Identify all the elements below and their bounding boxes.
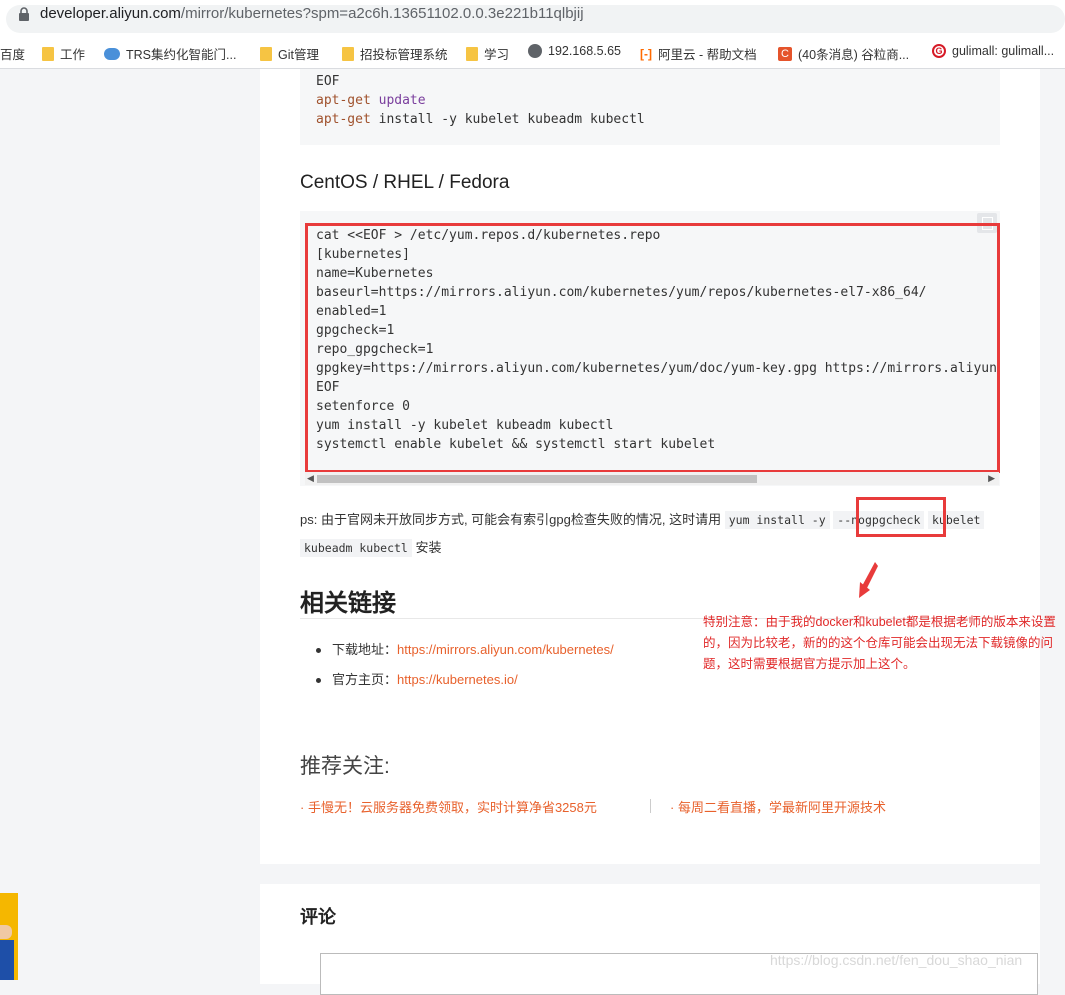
- highlight-box-code: [305, 223, 1000, 473]
- bookmark-label: TRS集约化智能门...: [126, 48, 237, 62]
- url-path: /mirror/kubernetes?spm=a2c6h.13651102.0.…: [180, 5, 584, 22]
- bookmark-label: gulimall: gulimall...: [952, 44, 1055, 58]
- recommend-link-1[interactable]: · 手慢无！云服务器免费领取，实时计算净省3258元: [300, 797, 597, 816]
- homepage-link[interactable]: https://kubernetes.io/: [397, 672, 518, 687]
- bookmark-gulimall[interactable]: Ggulimall: gulimall...: [932, 44, 1054, 58]
- ps-suffix: 安装: [415, 540, 442, 555]
- bookmark-bidding[interactable]: 招投标管理系统: [342, 44, 448, 63]
- bookmark-label: 192.168.5.65: [548, 44, 621, 58]
- list-item: 下载地址：https://mirrors.aliyun.com/kubernet…: [316, 639, 614, 658]
- folder-icon: [42, 46, 54, 61]
- inline-code: yum install -y: [724, 511, 830, 529]
- highlight-box-nogpgcheck: [856, 497, 946, 537]
- globe-icon: [528, 44, 542, 58]
- scroll-left-icon[interactable]: ◀: [307, 473, 314, 484]
- folder-icon: [260, 46, 272, 61]
- bookmarks-bar: 百度 工作 TRS集约化智能门... Git管理 招投标管理系统 学习 192.…: [0, 38, 1065, 69]
- comments-title: 评论: [300, 907, 336, 927]
- bookmark-work[interactable]: 工作: [42, 44, 85, 63]
- annotation-arrow-icon: [859, 562, 878, 598]
- bookmark-ip[interactable]: 192.168.5.65: [528, 44, 621, 58]
- download-link[interactable]: https://mirrors.aliyun.com/kubernetes/: [397, 642, 614, 657]
- code-line: apt-get install -y kubelet kubeadm kubec…: [316, 112, 645, 127]
- annotation-note: 特别注意：由于我的docker和kubelet都是根据老师的版本来设置的，因为比…: [703, 615, 1056, 671]
- bookmark-label: 学习: [484, 48, 510, 62]
- url-host: developer.aliyun.com: [40, 5, 181, 22]
- bookmark-label: 百度: [0, 48, 26, 62]
- code-line: apt-get update: [316, 93, 426, 108]
- address-bar-container: developer.aliyun.com/mirror/kubernetes?s…: [0, 0, 1065, 39]
- related-links-heading: 相关链接: [300, 590, 396, 617]
- scrollbar-thumb[interactable]: [317, 475, 757, 483]
- folder-icon: [342, 46, 354, 61]
- link-label: 下载地址：: [332, 642, 398, 657]
- recommend-title: 推荐关注:: [300, 755, 390, 778]
- csdn-icon: C: [778, 46, 792, 61]
- recommend-link-2[interactable]: · 每周二看直播，学最新阿里开源技术: [670, 797, 886, 816]
- bookmark-trs[interactable]: TRS集约化智能门...: [104, 44, 236, 63]
- bookmark-study[interactable]: 学习: [466, 44, 509, 63]
- bookmark-label: 阿里云 - 帮助文档: [658, 48, 757, 62]
- mascot-body-icon: [0, 940, 14, 980]
- gitee-icon: G: [932, 44, 946, 58]
- folder-icon: [466, 46, 478, 61]
- bookmark-csdn[interactable]: C (40条消息) 谷粒商...: [778, 44, 909, 63]
- bookmark-aliyun-docs[interactable]: [-] 阿里云 - 帮助文档: [640, 44, 757, 63]
- bookmark-label: (40条消息) 谷粒商...: [798, 48, 910, 62]
- bullet-icon: [316, 678, 321, 684]
- aliyun-icon: [-]: [640, 46, 652, 61]
- inline-code: kubeadm kubectl: [300, 539, 412, 557]
- debian-code-block: EOF apt-get update apt-get install -y ku…: [300, 69, 1000, 145]
- scroll-right-icon[interactable]: ▶: [988, 473, 995, 484]
- section-heading-centos: CentOS / RHEL / Fedora: [300, 172, 510, 193]
- link-label: 官方主页：: [332, 672, 398, 687]
- bookmark-label: Git管理: [278, 48, 319, 62]
- ps-text: ps: 由于官网未开放同步方式, 可能会有索引gpg检查失败的情况, 这时请用: [300, 512, 722, 527]
- bookmark-git[interactable]: Git管理: [260, 44, 319, 63]
- code-horizontal-scrollbar[interactable]: ◀ ▶: [305, 472, 999, 485]
- recommend-divider: [650, 799, 651, 813]
- bookmark-label: 招投标管理系统: [360, 48, 448, 62]
- bookmark-baidu[interactable]: 百度: [0, 44, 25, 63]
- lock-icon: [19, 7, 29, 21]
- cloud-icon: [104, 47, 120, 60]
- mascot-face-icon: [0, 925, 12, 939]
- bullet-icon: [316, 648, 321, 654]
- list-item: 官方主页：https://kubernetes.io/: [316, 669, 518, 688]
- watermark: https://blog.csdn.net/fen_dou_shao_nian: [770, 952, 1023, 968]
- bookmark-label: 工作: [60, 48, 86, 62]
- code-line: EOF: [316, 74, 340, 89]
- url-text[interactable]: developer.aliyun.com/mirror/kubernetes?s…: [40, 5, 584, 22]
